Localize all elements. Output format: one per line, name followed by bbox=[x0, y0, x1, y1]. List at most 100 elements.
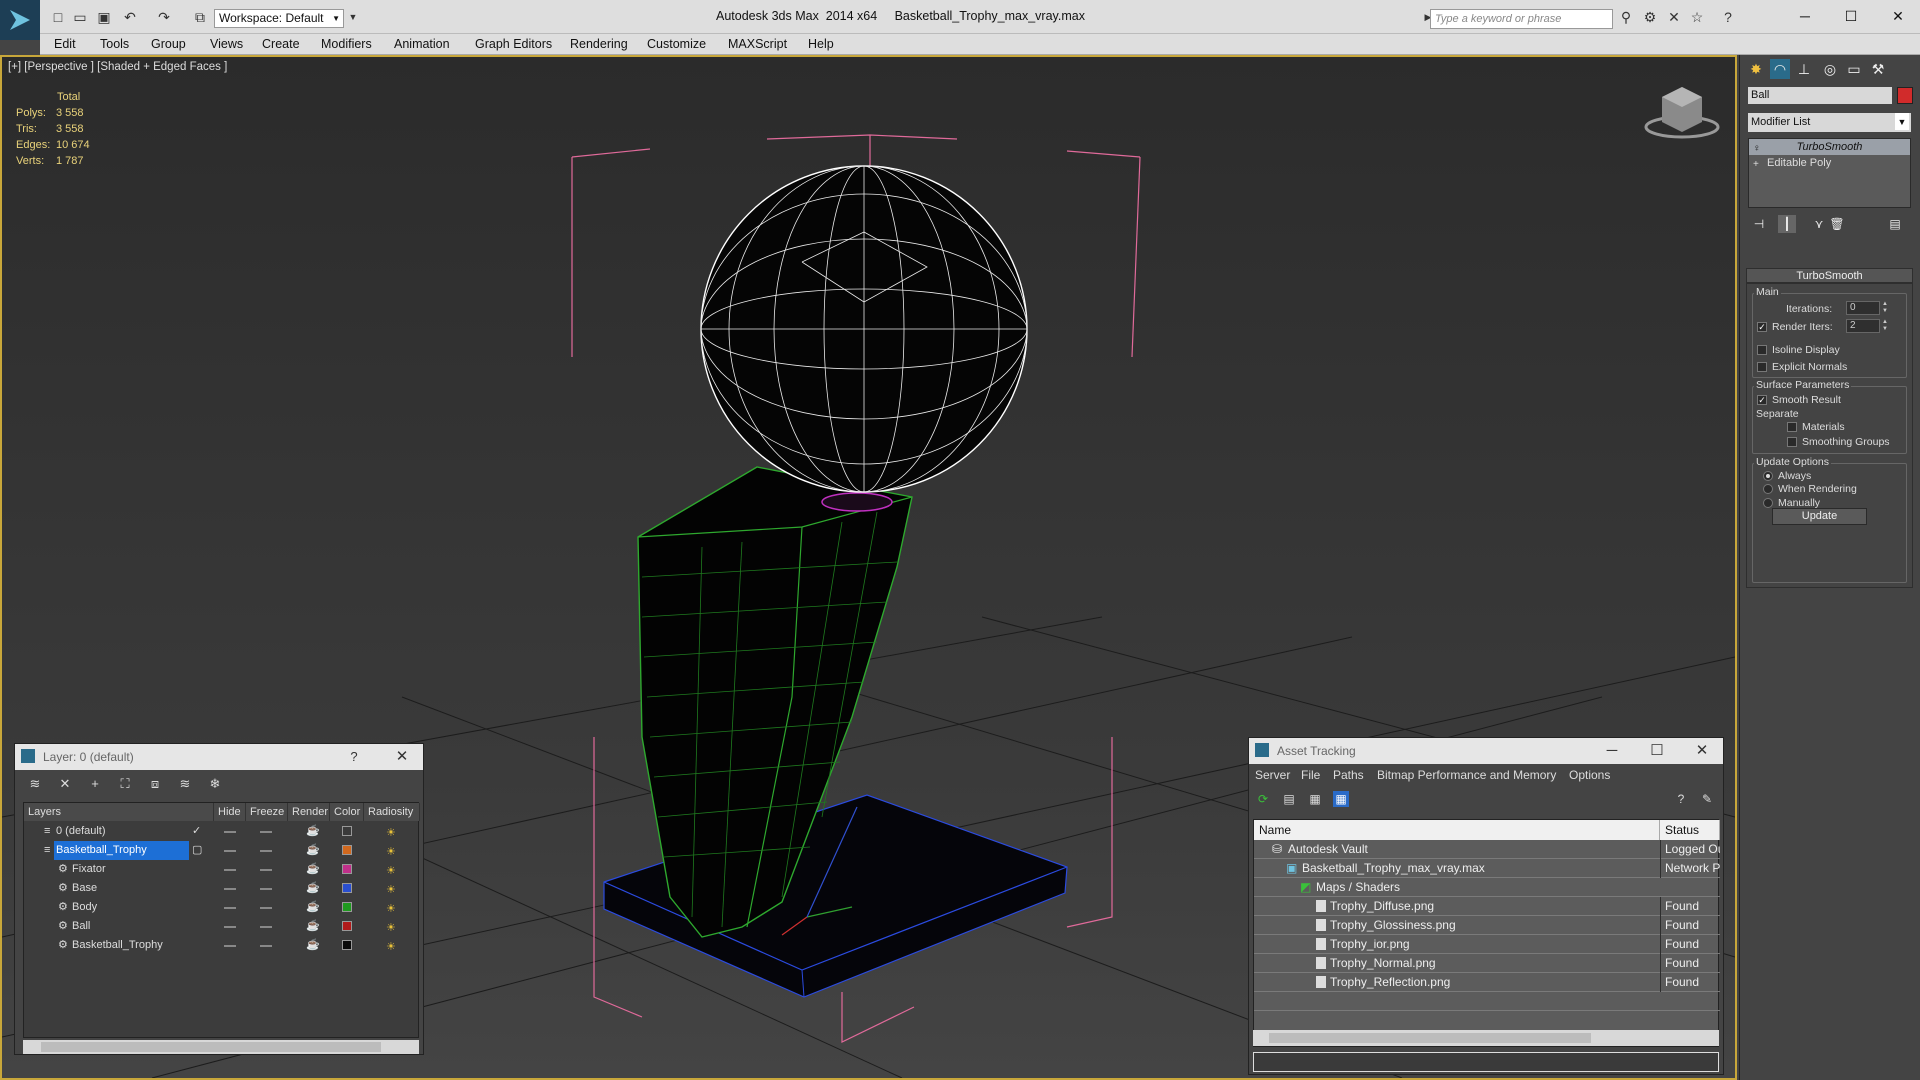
column-header-render[interactable]: Render bbox=[288, 803, 330, 821]
configure-sets-icon[interactable]: ▤ bbox=[1886, 215, 1904, 233]
subscription-icon[interactable]: ⚙ bbox=[1642, 9, 1658, 25]
layer-color-swatch[interactable] bbox=[342, 883, 352, 893]
communication-icon[interactable]: ✕ bbox=[1666, 9, 1682, 25]
layer-row[interactable]: ⚙ Base ☕ ☀ bbox=[24, 879, 420, 898]
layer-color-swatch[interactable] bbox=[342, 845, 352, 855]
help-icon[interactable]: ? bbox=[1720, 9, 1736, 25]
freeze-toggle[interactable] bbox=[260, 926, 272, 928]
asset-horizontal-scrollbar[interactable] bbox=[1253, 1030, 1719, 1046]
render-teapot-icon[interactable]: ☕ bbox=[306, 879, 320, 898]
asset-row[interactable]: ▣ Basketball_Trophy_max_vray.max Network… bbox=[1254, 859, 1720, 878]
column-header-hide[interactable]: Hide bbox=[214, 803, 246, 821]
expand-plus-icon[interactable]: + bbox=[1753, 157, 1759, 173]
undo-icon[interactable]: ↶ bbox=[122, 9, 138, 25]
menu-bitmap-performance[interactable]: Bitmap Performance and Memory bbox=[1377, 768, 1556, 782]
menu-animation[interactable]: Animation bbox=[394, 37, 450, 51]
new-file-icon[interactable]: □ bbox=[50, 9, 66, 25]
delete-layer-icon[interactable]: ✕ bbox=[57, 776, 73, 792]
motion-tab-icon[interactable]: ◎ bbox=[1820, 59, 1840, 79]
radiosity-icon[interactable]: ☀ bbox=[386, 938, 396, 957]
smooth-result-checkbox[interactable]: ✓ bbox=[1757, 395, 1767, 405]
select-objects-icon[interactable]: ⛶ bbox=[117, 776, 133, 792]
highlight-editor-icon[interactable]: ✎ bbox=[1699, 791, 1715, 807]
minimize-icon[interactable]: ─ bbox=[1601, 740, 1623, 762]
close-icon[interactable]: ✕ bbox=[1691, 740, 1713, 762]
layer-color-swatch[interactable] bbox=[342, 864, 352, 874]
update-button[interactable]: Update bbox=[1772, 508, 1867, 525]
layer-window-titlebar[interactable]: Layer: 0 (default) ? ✕ bbox=[15, 744, 423, 770]
always-radio[interactable] bbox=[1763, 471, 1773, 481]
utilities-tab-icon[interactable]: ⚒ bbox=[1868, 59, 1888, 79]
modifier-list-dropdown[interactable]: Modifier List ▼ bbox=[1748, 113, 1911, 132]
stack-item-turbosmooth[interactable]: ♀ TurboSmooth bbox=[1749, 139, 1910, 155]
hide-toggle[interactable] bbox=[224, 831, 236, 833]
freeze-all-icon[interactable]: ❄ bbox=[207, 776, 223, 792]
iterations-spinner[interactable]: 0 bbox=[1846, 301, 1880, 315]
spinner-arrows-icon[interactable]: ▲ ▼ bbox=[1881, 319, 1889, 333]
column-header-layers[interactable]: Layers bbox=[24, 803, 214, 821]
close-icon[interactable]: ✕ bbox=[391, 746, 413, 768]
viewcube-icon[interactable] bbox=[1644, 87, 1720, 139]
maximize-icon[interactable]: ☐ bbox=[1841, 6, 1861, 26]
close-icon[interactable]: ✕ bbox=[1888, 6, 1908, 26]
column-header-radiosity[interactable]: Radiosity bbox=[364, 803, 420, 821]
customize-qa-icon[interactable]: ▼ bbox=[345, 9, 361, 25]
freeze-toggle[interactable] bbox=[260, 945, 272, 947]
menu-options[interactable]: Options bbox=[1569, 768, 1610, 782]
hide-toggle[interactable] bbox=[224, 869, 236, 871]
minimize-icon[interactable]: ─ bbox=[1795, 6, 1815, 26]
object-color-swatch[interactable] bbox=[1897, 87, 1913, 104]
remove-modifier-icon[interactable]: 🗑 bbox=[1828, 215, 1846, 233]
freeze-toggle[interactable] bbox=[260, 869, 272, 871]
menu-create[interactable]: Create bbox=[262, 37, 300, 51]
materials-checkbox[interactable] bbox=[1787, 422, 1797, 432]
freeze-toggle[interactable] bbox=[260, 907, 272, 909]
add-selection-icon[interactable]: ▢ bbox=[192, 841, 202, 860]
asset-row[interactable]: Trophy_Reflection.png Found bbox=[1254, 973, 1720, 992]
redo-icon[interactable]: ↷ bbox=[156, 9, 172, 25]
favorites-icon[interactable]: ☆ bbox=[1689, 9, 1705, 25]
layer-color-swatch[interactable] bbox=[342, 921, 352, 931]
layer-row[interactable]: ⚙ Body ☕ ☀ bbox=[24, 898, 420, 917]
layer-color-swatch[interactable] bbox=[342, 902, 352, 912]
column-header-status[interactable]: Status bbox=[1660, 820, 1720, 840]
hide-all-icon[interactable]: ≋ bbox=[177, 776, 193, 792]
column-header-freeze[interactable]: Freeze bbox=[246, 803, 288, 821]
asset-row[interactable]: Trophy_Glossiness.png Found bbox=[1254, 916, 1720, 935]
freeze-toggle[interactable] bbox=[260, 850, 272, 852]
render-teapot-icon[interactable]: ☕ bbox=[306, 841, 320, 860]
hide-toggle[interactable] bbox=[224, 945, 236, 947]
refresh-icon[interactable]: ⟳ bbox=[1255, 791, 1271, 807]
stack-item-editable-poly[interactable]: + Editable Poly bbox=[1749, 155, 1910, 171]
asset-row[interactable]: ⛁ Autodesk Vault Logged Ou bbox=[1254, 840, 1720, 859]
column-header-color[interactable]: Color bbox=[330, 803, 364, 821]
menu-edit[interactable]: Edit bbox=[54, 37, 76, 51]
turbosmooth-rollout-header[interactable]: TurboSmooth bbox=[1746, 268, 1913, 283]
help-button[interactable]: ? bbox=[343, 746, 365, 768]
menu-graph-editors[interactable]: Graph Editors bbox=[475, 37, 552, 51]
modifier-stack[interactable]: ♀ TurboSmooth + Editable Poly bbox=[1748, 138, 1911, 208]
render-teapot-icon[interactable]: ☕ bbox=[306, 860, 320, 879]
render-iters-checkbox[interactable]: ✓ bbox=[1757, 322, 1767, 332]
display-tab-icon[interactable]: ▭ bbox=[1844, 59, 1864, 79]
render-teapot-icon[interactable]: ☕ bbox=[306, 917, 320, 936]
layer-row[interactable]: ⚙ Ball ☕ ☀ bbox=[24, 917, 420, 936]
isoline-display-checkbox[interactable] bbox=[1757, 345, 1767, 355]
freeze-toggle[interactable] bbox=[260, 888, 272, 890]
menu-paths[interactable]: Paths bbox=[1333, 768, 1364, 782]
asset-window-titlebar[interactable]: Asset Tracking ─ ☐ ✕ bbox=[1249, 738, 1723, 764]
when-rendering-radio[interactable] bbox=[1763, 484, 1773, 494]
menu-maxscript[interactable]: MAXScript bbox=[728, 37, 787, 51]
menu-server[interactable]: Server bbox=[1255, 768, 1290, 782]
menu-help[interactable]: Help bbox=[808, 37, 834, 51]
hide-toggle[interactable] bbox=[224, 888, 236, 890]
save-icon[interactable]: ▣ bbox=[96, 9, 112, 25]
modify-tab-icon[interactable]: ◠ bbox=[1770, 59, 1790, 79]
render-teapot-icon[interactable]: ☕ bbox=[306, 936, 320, 955]
smoothing-groups-checkbox[interactable] bbox=[1787, 437, 1797, 447]
list-view-icon[interactable]: ▤ bbox=[1281, 791, 1297, 807]
explicit-normals-checkbox[interactable] bbox=[1757, 362, 1767, 372]
spinner-arrows-icon[interactable]: ▲ ▼ bbox=[1881, 301, 1889, 315]
app-logo-icon[interactable] bbox=[0, 0, 40, 40]
layer-color-swatch[interactable] bbox=[342, 940, 352, 950]
